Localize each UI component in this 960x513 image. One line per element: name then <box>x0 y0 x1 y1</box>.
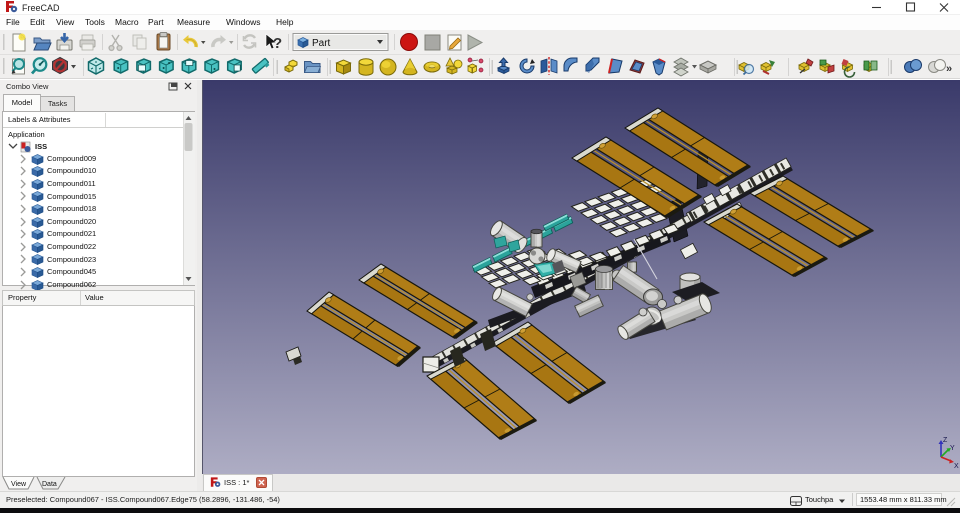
svg-text:View: View <box>11 481 27 488</box>
svg-text:Data: Data <box>42 481 57 488</box>
svg-text:Y: Y <box>950 445 955 452</box>
svg-text:Part: Part <box>312 38 331 49</box>
svg-text:?: ? <box>273 35 282 52</box>
svg-text:X: X <box>954 463 959 470</box>
svg-text:»: » <box>946 63 952 75</box>
svg-text:Z: Z <box>943 437 948 444</box>
